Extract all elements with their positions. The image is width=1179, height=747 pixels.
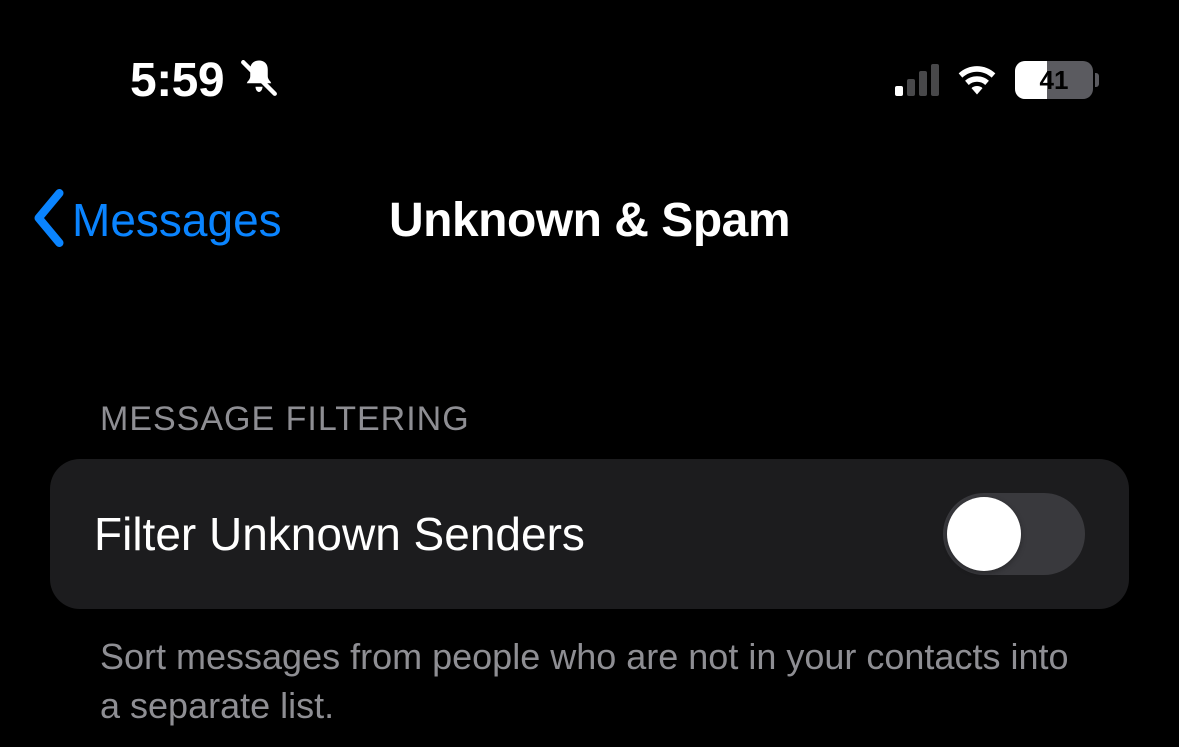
status-time: 5:59 [130,53,224,108]
content: MESSAGE FILTERING Filter Unknown Senders… [0,400,1179,730]
battery-percent: 41 [1015,65,1093,96]
back-button[interactable]: Messages [30,189,282,252]
cell-label: Filter Unknown Senders [94,507,585,561]
status-right: 41 [895,61,1099,100]
navigation-bar: Messages Unknown & Spam [0,160,1179,280]
battery-icon: 41 [1015,61,1099,99]
section-header: MESSAGE FILTERING [50,400,1129,459]
cellular-signal-icon [895,64,939,96]
filter-unknown-senders-toggle[interactable] [943,493,1085,575]
section-footer: Sort messages from people who are not in… [50,609,1129,730]
toggle-knob [947,497,1021,571]
page-title: Unknown & Spam [389,193,790,248]
status-left: 5:59 [130,53,280,108]
filter-unknown-senders-row[interactable]: Filter Unknown Senders [50,459,1129,609]
wifi-icon [955,61,999,100]
back-label: Messages [72,193,282,247]
do-not-disturb-icon [238,57,280,104]
status-bar: 5:59 41 [0,0,1179,110]
chevron-left-icon [30,189,68,252]
